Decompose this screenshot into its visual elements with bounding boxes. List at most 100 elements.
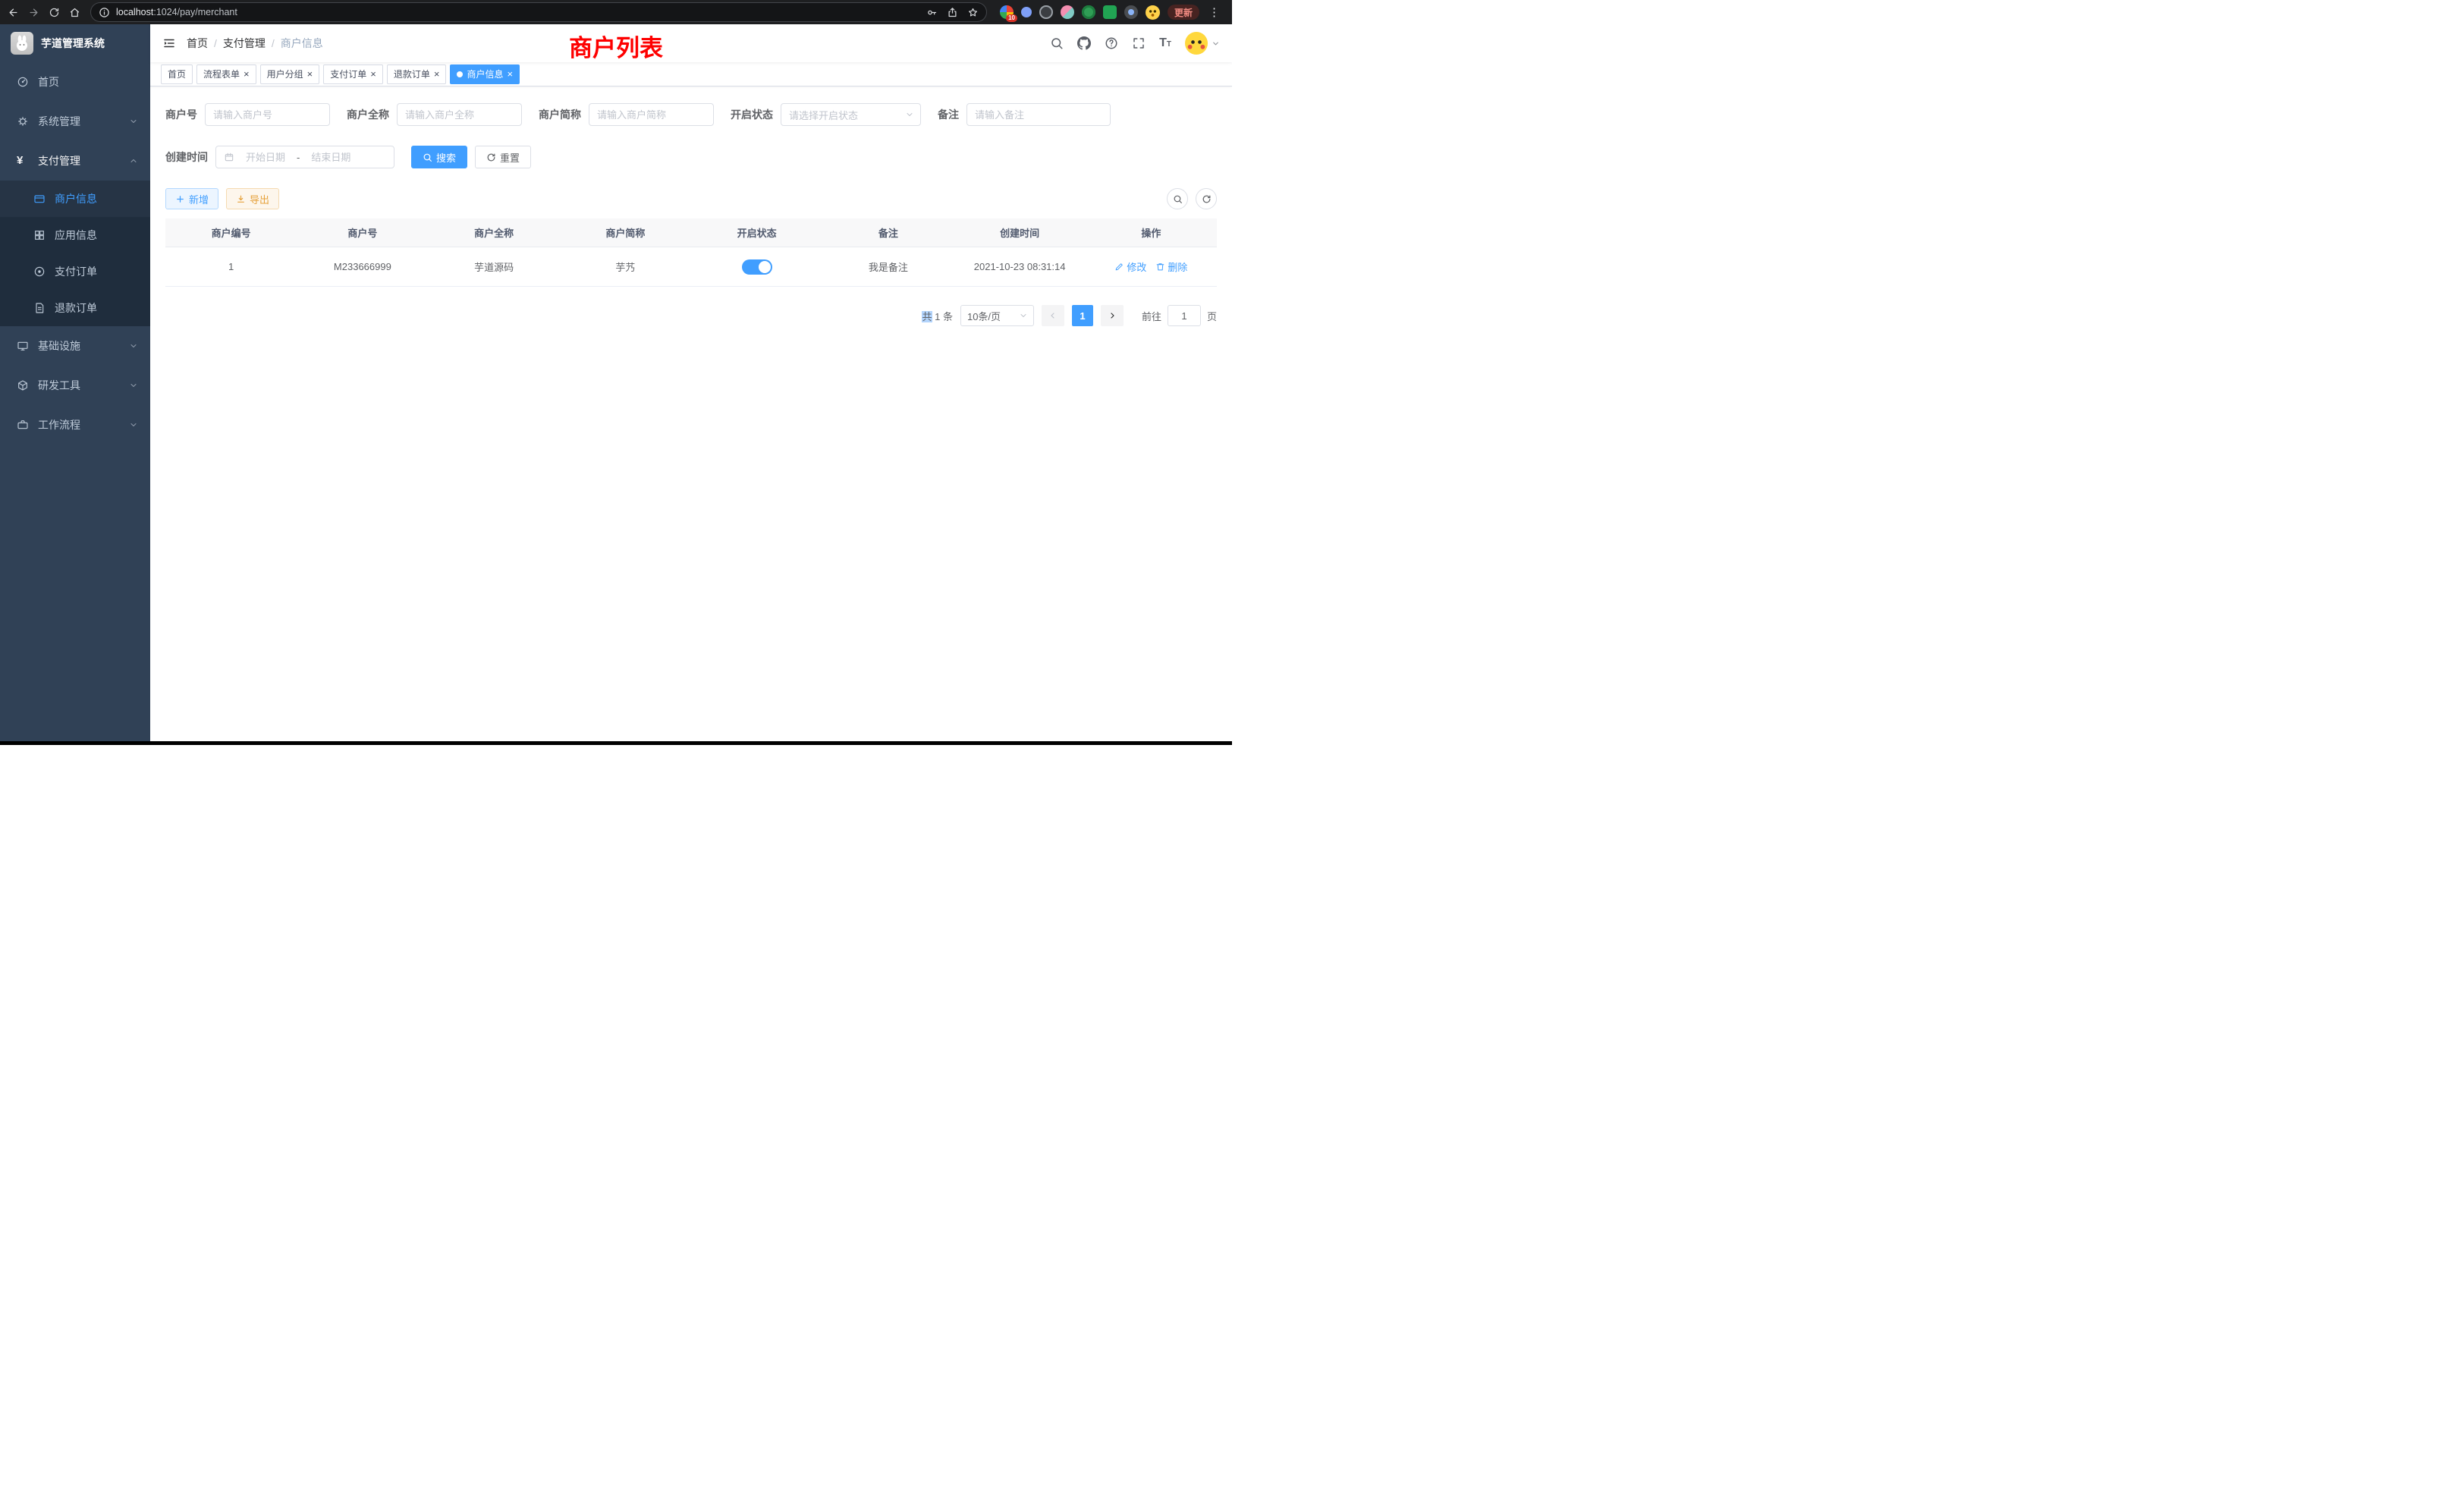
extensions-area: 10 更新 ⋮ xyxy=(997,5,1224,20)
address-bar[interactable]: localhost:1024/pay/merchant xyxy=(91,3,986,21)
search-icon[interactable] xyxy=(1050,36,1064,50)
end-date-input[interactable] xyxy=(303,152,359,163)
column-header: 商户号 xyxy=(297,225,428,240)
tab-pay-order[interactable]: 支付订单 × xyxy=(323,64,383,84)
extension-icon-ring[interactable] xyxy=(1039,5,1053,19)
add-button[interactable]: 新增 xyxy=(165,188,218,209)
close-icon[interactable]: × xyxy=(507,69,513,79)
close-icon[interactable]: × xyxy=(370,69,376,79)
fullscreen-icon[interactable] xyxy=(1132,36,1146,50)
remark-input[interactable] xyxy=(966,103,1111,126)
next-page-button[interactable] xyxy=(1101,305,1124,326)
close-icon[interactable]: × xyxy=(244,69,250,79)
full-name-input[interactable] xyxy=(397,103,522,126)
sidebar-item-pay-order[interactable]: 支付订单 xyxy=(0,253,150,290)
omnibox-actions xyxy=(926,7,979,18)
bookmark-star-icon[interactable] xyxy=(967,7,979,18)
breadcrumb-payment[interactable]: 支付管理 xyxy=(223,36,266,51)
status-select[interactable]: 请选择开启状态 xyxy=(781,103,921,126)
browser-nav xyxy=(8,7,80,18)
reload-icon[interactable] xyxy=(49,7,60,18)
extension-icon-blue[interactable] xyxy=(1021,7,1032,17)
font-size-icon[interactable]: TT xyxy=(1159,37,1171,49)
prev-page-button[interactable] xyxy=(1042,305,1064,326)
site-info-icon[interactable] xyxy=(99,7,110,18)
browser-profile-avatar[interactable] xyxy=(1146,5,1160,20)
browser-menu-icon[interactable]: ⋮ xyxy=(1207,7,1221,18)
app-title: 芋道管理系统 xyxy=(41,36,105,51)
caret-down-icon xyxy=(1212,39,1220,48)
password-key-icon[interactable] xyxy=(926,7,938,18)
status-toggle[interactable] xyxy=(742,259,772,275)
column-header: 创建时间 xyxy=(954,225,1086,240)
page-suffix: 页 xyxy=(1207,309,1217,323)
sidebar-item-infrastructure[interactable]: 基础设施 xyxy=(0,326,150,366)
goto-page-input[interactable] xyxy=(1168,305,1201,326)
sidebar-menu: 首页 系统管理 ¥ 支付管理 xyxy=(0,62,150,745)
start-date-input[interactable] xyxy=(237,152,294,163)
help-icon[interactable] xyxy=(1105,36,1118,50)
column-header: 商户全称 xyxy=(429,225,560,240)
sidebar-item-workflow[interactable]: 工作流程 xyxy=(0,405,150,445)
credit-card-icon xyxy=(33,193,46,205)
extension-badge: 10 xyxy=(1006,14,1017,22)
refresh-button[interactable] xyxy=(1196,188,1217,209)
forward-icon[interactable] xyxy=(28,7,39,18)
extension-icon-green-circle[interactable] xyxy=(1082,5,1095,19)
breadcrumb: 首页 / 支付管理 / 商户信息 xyxy=(187,36,323,51)
total-count: 共 1 条 xyxy=(922,309,952,323)
user-avatar[interactable] xyxy=(1185,32,1208,55)
delete-link[interactable]: 删除 xyxy=(1155,259,1187,274)
status-label: 开启状态 xyxy=(731,107,773,122)
back-icon[interactable] xyxy=(8,7,19,18)
active-dot xyxy=(457,71,463,77)
user-menu[interactable] xyxy=(1185,32,1220,55)
sidebar-item-refund-order[interactable]: 退款订单 xyxy=(0,290,150,326)
home-icon[interactable] xyxy=(69,7,80,18)
chevron-down-icon xyxy=(905,110,914,119)
merchant-no-input[interactable] xyxy=(205,103,330,126)
close-icon[interactable]: × xyxy=(434,69,440,79)
merchant-table: 商户编号 商户号 商户全称 商户简称 开启状态 备注 创建时间 操作 1 M23… xyxy=(165,218,1217,287)
full-name-label: 商户全称 xyxy=(347,107,389,122)
tab-user-group[interactable]: 用户分组 × xyxy=(260,64,320,84)
export-button[interactable]: 导出 xyxy=(226,188,279,209)
sidebar-item-merchant-info[interactable]: 商户信息 xyxy=(0,181,150,217)
close-icon[interactable]: × xyxy=(307,69,313,79)
page-size-select[interactable]: 10条/页 xyxy=(960,305,1034,326)
extension-icon-dark[interactable] xyxy=(1124,5,1138,19)
sidebar-logo[interactable]: 芋道管理系统 xyxy=(0,24,150,62)
extension-icon-green-square[interactable] xyxy=(1103,5,1117,19)
sidebar: 芋道管理系统 首页 系统管理 ¥ 支付管理 xyxy=(0,24,150,745)
sidebar-collapse-icon[interactable] xyxy=(162,36,176,50)
page-number-1[interactable]: 1 xyxy=(1072,305,1093,326)
search-button[interactable]: 搜索 xyxy=(411,146,467,168)
url-host: localhost xyxy=(116,7,153,17)
sidebar-item-app-info[interactable]: 应用信息 xyxy=(0,217,150,253)
breadcrumb-home[interactable]: 首页 xyxy=(187,36,208,51)
grid-icon xyxy=(33,229,46,241)
sidebar-item-payment[interactable]: ¥ 支付管理 xyxy=(0,141,150,181)
create-time-range[interactable]: - xyxy=(215,146,394,168)
sidebar-item-home[interactable]: 首页 xyxy=(0,62,150,102)
sidebar-item-dev-tools[interactable]: 研发工具 xyxy=(0,366,150,405)
remark-label: 备注 xyxy=(938,107,959,122)
cell-status xyxy=(691,259,822,275)
share-icon[interactable] xyxy=(947,7,958,18)
tab-refund-order[interactable]: 退款订单 × xyxy=(387,64,447,84)
tab-home[interactable]: 首页 xyxy=(161,64,193,84)
tab-merchant-info[interactable]: 商户信息 × xyxy=(450,64,520,84)
toggle-search-button[interactable] xyxy=(1167,188,1188,209)
tab-process-form[interactable]: 流程表单 × xyxy=(196,64,256,84)
edit-link[interactable]: 修改 xyxy=(1114,259,1146,274)
browser-update-button[interactable]: 更新 xyxy=(1168,5,1199,20)
cell-id: 1 xyxy=(165,261,297,272)
short-name-input[interactable] xyxy=(589,103,714,126)
github-icon[interactable] xyxy=(1077,36,1091,50)
extension-icon-colorful[interactable]: 10 xyxy=(1000,5,1014,19)
extension-icon-duotone[interactable] xyxy=(1061,5,1074,19)
filter-row-1: 商户号 商户全称 商户简称 开启状态 请选择开启状态 xyxy=(165,103,1217,126)
reset-button[interactable]: 重置 xyxy=(475,146,531,168)
sidebar-item-system[interactable]: 系统管理 xyxy=(0,102,150,141)
annotation-merchant-list: 商户列表 xyxy=(569,29,663,63)
